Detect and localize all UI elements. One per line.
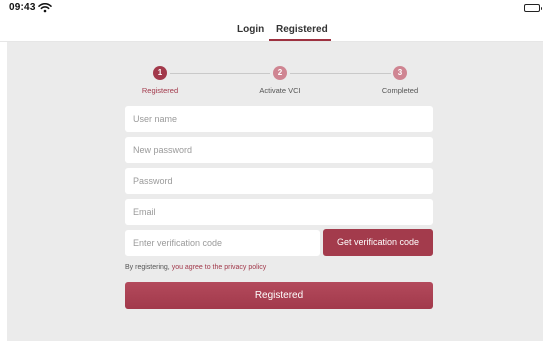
step-1-label: Registered (141, 86, 179, 95)
email-input[interactable] (125, 199, 433, 225)
battery-icon (524, 4, 542, 12)
tabs-bar: Login Registered (0, 17, 543, 42)
status-time: 09:43 (9, 2, 36, 13)
registration-panel: 1 2 3 Registered Activate VCI Completed … (7, 42, 543, 341)
register-button[interactable]: Registered (125, 282, 433, 309)
verification-code-input[interactable] (125, 230, 320, 256)
step-connector (290, 73, 391, 74)
username-input[interactable] (125, 106, 433, 132)
step-1-indicator: 1 (153, 66, 167, 80)
tab-registered[interactable]: Registered (276, 24, 328, 35)
step-2-indicator: 2 (273, 66, 287, 80)
active-tab-indicator (269, 39, 331, 41)
privacy-policy-link[interactable]: you agree to the privacy policy (172, 264, 267, 271)
password-input[interactable] (125, 168, 433, 194)
agreement-text: By registering, (125, 264, 172, 271)
step-connector (170, 73, 270, 74)
get-verification-code-button[interactable]: Get verification code (323, 229, 433, 256)
privacy-agreement: By registering, you agree to the privacy… (125, 264, 266, 271)
progress-stepper: 1 2 3 Registered Activate VCI Completed (7, 42, 543, 102)
step-3-label: Completed (381, 86, 419, 95)
status-bar: 09:43 (0, 0, 543, 17)
tab-login[interactable]: Login (237, 24, 264, 35)
wifi-icon (38, 2, 52, 13)
new-password-input[interactable] (125, 137, 433, 163)
step-2-label: Activate VCI (259, 86, 301, 95)
step-3-indicator: 3 (393, 66, 407, 80)
